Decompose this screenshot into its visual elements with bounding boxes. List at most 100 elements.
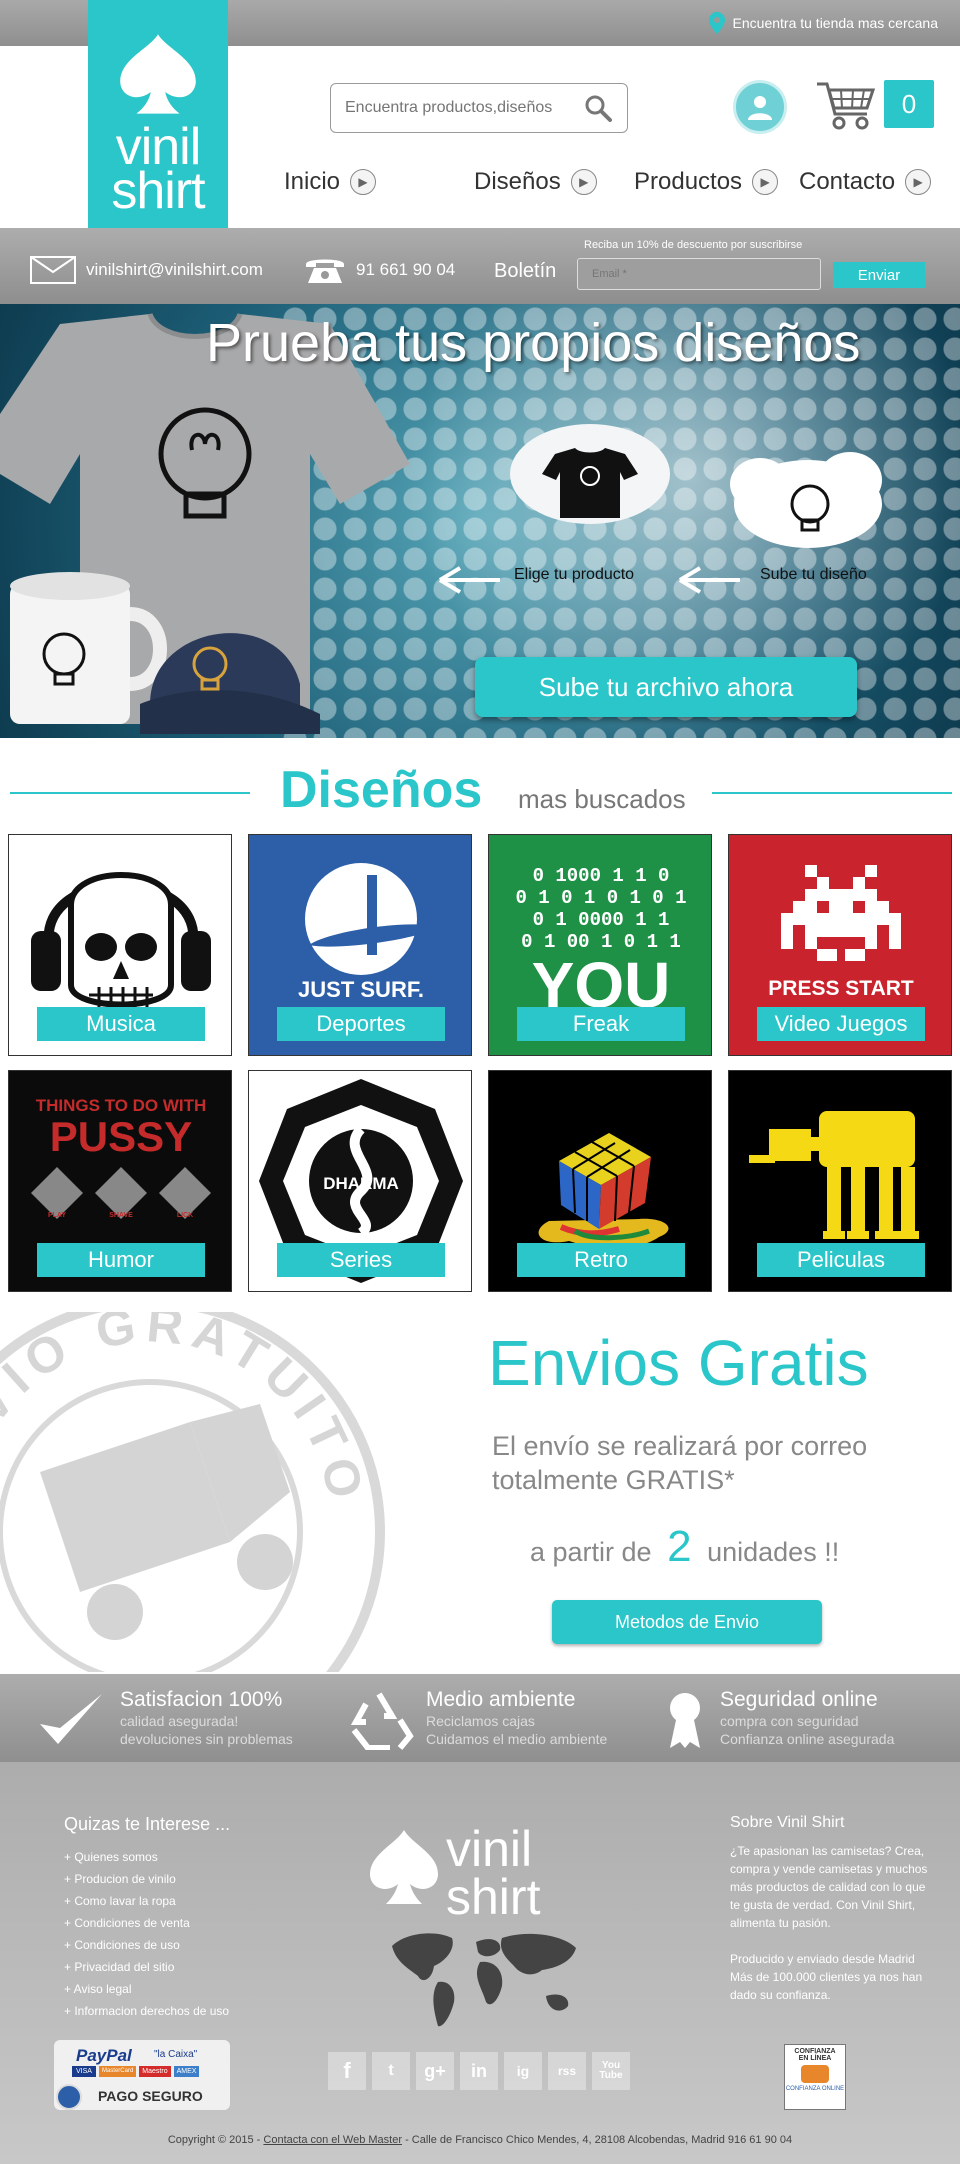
visa-logo: VISA: [72, 2066, 96, 2077]
nav-disenos[interactable]: Diseños ▶: [474, 168, 634, 196]
design-card-video-juegos[interactable]: PRESS START Video Juegos: [728, 834, 952, 1056]
design-card-peliculas[interactable]: Peliculas: [728, 1070, 952, 1292]
footer-link[interactable]: + Producion de vinilo: [64, 1868, 229, 1890]
bank-logo: "la Caixa": [154, 2049, 198, 2060]
google-plus-icon[interactable]: g+: [416, 2052, 454, 2090]
newsletter-label: Boletín: [494, 260, 557, 282]
contact-phone-text: 91 661 90 04: [356, 260, 456, 279]
footer-link[interactable]: + Aviso legal: [64, 1978, 229, 2000]
footer-link[interactable]: + Informacion derechos de uso: [64, 2000, 229, 2022]
search-input[interactable]: [345, 99, 583, 117]
humor-big-text: PUSSY: [50, 1113, 192, 1160]
design-card-retro[interactable]: Retro: [488, 1070, 712, 1292]
nav-label: Inicio: [284, 168, 341, 195]
amex-logo: AMEX: [173, 2066, 200, 2077]
feature-line: devoluciones sin problemas: [120, 1731, 293, 1748]
feature-line: calidad asegurada!: [120, 1713, 239, 1729]
contact-email[interactable]: vinilshirt@vinilshirt.com: [30, 256, 263, 284]
nav-contacto[interactable]: Contacto ▶: [799, 168, 960, 196]
feature-environment: Medio ambiente Reciclamos cajas Cuidamos…: [426, 1688, 607, 1748]
upload-file-button[interactable]: Sube tu archivo ahora: [475, 657, 857, 717]
designs-title: Diseños: [280, 761, 483, 819]
design-card-humor[interactable]: THINGS TO DO WITH PUSSY PLAY SHAVE LICK …: [8, 1070, 232, 1292]
humor-tag: PLAY: [48, 1212, 66, 1219]
feature-title: Medio ambiente: [426, 1688, 576, 1711]
hero-banner: Prueba tus propios diseños Elige tu prod…: [0, 304, 960, 738]
linkedin-icon[interactable]: in: [460, 2052, 498, 2090]
footer-link[interactable]: + Quienes somos: [64, 1846, 229, 1868]
world-map-icon: [392, 1933, 576, 2027]
user-icon: [748, 96, 772, 120]
about-paragraph: Producido y enviado desde Madrid Más de …: [730, 1952, 923, 2002]
chevron-right-icon: ▶: [905, 169, 932, 195]
youtube-icon[interactable]: You Tube: [592, 2052, 630, 2090]
search-box: [330, 83, 628, 133]
store-finder-link[interactable]: Encuentra tu tienda mas cercana: [708, 12, 938, 34]
footer-link[interactable]: + Condiciones de venta: [64, 1912, 229, 1934]
store-finder-label: Encuentra tu tienda mas cercana: [732, 15, 938, 31]
feature-line: compra con seguridad: [720, 1713, 859, 1729]
nav-inicio[interactable]: Inicio ▶: [284, 168, 474, 196]
nav-label: Contacto: [799, 168, 896, 195]
footer-link[interactable]: + Como lavar la ropa: [64, 1890, 229, 1912]
binary-line: 0 1 0000 1 1: [533, 909, 670, 931]
card-label: Humor: [37, 1243, 205, 1277]
card-logos: VISA MasterCard Maestro AMEX: [72, 2066, 200, 2077]
main-nav: Inicio ▶ Diseños ▶ Productos ▶ Contacto ▶: [284, 168, 960, 196]
about-title: Sobre Vinil Shirt: [730, 1814, 845, 1831]
designs-heading: Diseños mas buscados: [0, 760, 960, 820]
qty-number: 2: [667, 1522, 692, 1571]
trust-line: CONFIANZA ONLINE: [785, 2086, 845, 2092]
design-card-series[interactable]: DHARMA Series: [248, 1070, 472, 1292]
free-shipping-line2: totalmente GRATIS*: [492, 1464, 735, 1495]
free-shipping-section: ENVIO GRATUITO Envios Gratis El envío se…: [0, 1310, 960, 1674]
divider: [10, 792, 250, 794]
logo[interactable]: vinil shirt: [88, 0, 228, 228]
rss-icon[interactable]: rss: [548, 2052, 586, 2090]
humor-tag: SHAVE: [109, 1212, 133, 1219]
trust-line: CONFIANZA: [794, 2048, 836, 2055]
dharma-text: DHARMA: [323, 1174, 399, 1193]
free-shipping-title: Envios Gratis: [488, 1327, 869, 1399]
cart-icon[interactable]: [815, 78, 877, 132]
design-card-freak[interactable]: 0 1000 1 1 0 0 1 0 1 0 1 0 1 0 1 0000 1 …: [488, 834, 712, 1056]
surf-text: JUST SURF.: [298, 977, 424, 1002]
design-card-musica[interactable]: Musica: [8, 834, 232, 1056]
footer-link[interactable]: + Privacidad del sitio: [64, 1956, 229, 1978]
padlock-icon: [56, 2084, 82, 2110]
card-label: Peliculas: [757, 1243, 925, 1277]
nav-label: Diseños: [474, 168, 561, 195]
card-label: Deportes: [277, 1007, 445, 1041]
chevron-right-icon: ▶: [350, 169, 377, 195]
newsletter-email-input[interactable]: [577, 258, 821, 290]
newsletter-send-button[interactable]: Enviar: [833, 262, 925, 288]
webmaster-link[interactable]: Contacta con el Web Master: [263, 2134, 402, 2146]
twitter-icon[interactable]: t: [372, 2052, 410, 2090]
binary-line: 0 1000 1 1 0: [533, 865, 670, 887]
feature-title: Satisfacion 100%: [120, 1688, 283, 1711]
free-shipping-text: El envío se realizará por correo totalme…: [492, 1430, 867, 1498]
social-links: f t g+ in ig rss You Tube: [328, 2052, 630, 2090]
cart-count-badge[interactable]: 0: [884, 80, 934, 128]
nav-label: Productos: [634, 168, 743, 195]
card-label: Video Juegos: [757, 1007, 925, 1041]
about-paragraph: ¿Te apasionan las camisetas? Crea, compr…: [730, 1844, 928, 1930]
facebook-icon[interactable]: f: [328, 2052, 366, 2090]
about-text: ¿Te apasionan las camisetas? Crea, compr…: [730, 1842, 930, 2004]
footer-links-title: Quizas te Interese ...: [64, 1814, 231, 1834]
checkmark-icon: [40, 1694, 102, 1744]
secure-payment-label: PAGO SEGURO: [98, 2088, 203, 2104]
design-card-deportes[interactable]: JUST SURF. Deportes: [248, 834, 472, 1056]
contact-email-text: vinilshirt@vinilshirt.com: [86, 260, 263, 279]
instagram-icon[interactable]: ig: [504, 2052, 542, 2090]
shipping-methods-button[interactable]: Metodos de Envio: [552, 1600, 822, 1644]
footer-link[interactable]: + Condiciones de uso: [64, 1934, 229, 1956]
free-shipping-line1: El envío se realizará por correo: [492, 1431, 868, 1461]
search-icon[interactable]: [583, 93, 613, 123]
envelope-icon: [30, 256, 76, 284]
account-button[interactable]: [733, 80, 787, 134]
trust-seal[interactable]: CONFIANZA EN LÍNEA CONFIANZA ONLINE: [784, 2044, 846, 2110]
nav-productos[interactable]: Productos ▶: [634, 168, 799, 196]
copyright: Copyright © 2015 - Contacta con el Web M…: [0, 2134, 960, 2146]
card-label: Retro: [517, 1243, 685, 1277]
